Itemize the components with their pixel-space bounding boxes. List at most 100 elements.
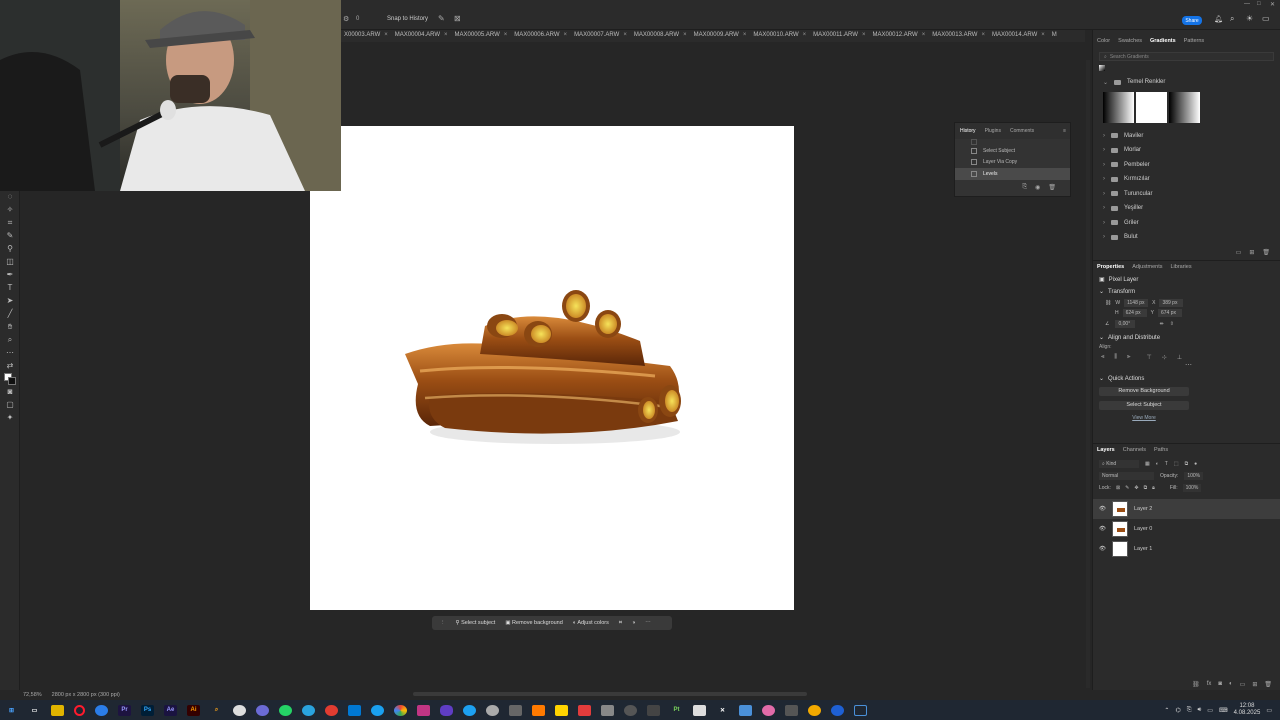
app-icon[interactable]: [693, 704, 706, 716]
gradient-search-input[interactable]: ⌕ Search Gradients: [1099, 52, 1274, 61]
app-icon[interactable]: [739, 704, 752, 716]
panel-menu-icon[interactable]: ≡: [1063, 128, 1066, 134]
network-icon[interactable]: ⌬: [1175, 707, 1180, 714]
document-tab[interactable]: MAX00013.ARW ×: [929, 30, 989, 38]
trash-icon[interactable]: 🗑︎: [1262, 249, 1270, 256]
trash-icon[interactable]: 🗑︎: [1048, 184, 1056, 191]
monitor-icon[interactable]: ▭: [1207, 707, 1213, 714]
document-tab[interactable]: MAX00010.ARW ×: [750, 30, 810, 38]
drag-handle-icon[interactable]: ⋮: [440, 620, 446, 626]
zoom-field[interactable]: 0: [356, 16, 359, 22]
chevron-up-icon[interactable]: ⌃: [1164, 707, 1169, 714]
share-button[interactable]: Share: [1182, 16, 1202, 25]
close-tab-icon[interactable]: ×: [922, 32, 926, 38]
adjustment-icon[interactable]: ◑: [632, 620, 635, 626]
quick-actions-header[interactable]: ⌄ Quick Actions: [1093, 373, 1280, 385]
close-tab-icon[interactable]: ×: [444, 32, 448, 38]
workspace-icon[interactable]: ☀: [1246, 14, 1253, 23]
history-item[interactable]: Layer Via Copy: [955, 157, 1070, 169]
align-bottom-icon[interactable]: ⊥: [1177, 354, 1182, 361]
width-field[interactable]: 1148 px: [1124, 298, 1149, 307]
swap-colors-icon[interactable]: ⇄: [0, 359, 20, 372]
new-layer-icon[interactable]: ⊞: [1252, 681, 1257, 688]
eraser-tool-icon[interactable]: ◫: [0, 255, 20, 268]
maximize-icon[interactable]: □: [1257, 1, 1261, 7]
gradient-preset-black-transparent[interactable]: [1169, 91, 1200, 123]
generative-icon[interactable]: ✦: [0, 411, 20, 424]
select-subject-button[interactable]: Select Subject: [1099, 400, 1189, 410]
steam-icon[interactable]: [486, 704, 499, 716]
gradient-group-open[interactable]: ⌄ Temel Renkler: [1093, 75, 1280, 90]
tab-libraries[interactable]: Libraries: [1170, 264, 1191, 270]
app-icon[interactable]: [808, 704, 821, 716]
align-section-header[interactable]: ⌄ Align and Distribute: [1093, 332, 1280, 344]
snapshot-icon[interactable]: ◉: [1035, 184, 1040, 191]
flip-horizontal-icon[interactable]: ⇹: [1159, 321, 1163, 327]
hand-tool-icon[interactable]: ✋︎: [0, 320, 20, 333]
more-options-icon[interactable]: ⋯: [1093, 361, 1280, 369]
after-effects-icon[interactable]: Ae: [164, 704, 177, 716]
close-icon[interactable]: ✕: [1270, 1, 1275, 8]
color-swatches-icon[interactable]: [0, 372, 20, 385]
document-tab[interactable]: MAX00005.ARW ×: [452, 30, 512, 38]
angle-field[interactable]: 0,00°: [1115, 319, 1136, 328]
more-options-icon[interactable]: ⋯: [645, 620, 651, 626]
remove-background-button[interactable]: ▣ Remove background: [505, 620, 563, 626]
minimize-icon[interactable]: —: [1244, 1, 1250, 7]
app-icon[interactable]: [785, 704, 798, 716]
close-tab-icon[interactable]: ×: [623, 32, 627, 38]
document-tab[interactable]: MAX00014.ARW ×: [989, 30, 1049, 38]
gradient-folder[interactable]: › Maviler: [1093, 129, 1280, 144]
new-gradient-icon[interactable]: ⊞: [1249, 249, 1254, 256]
pressure-icon[interactable]: ⊠: [454, 14, 461, 23]
app-icon[interactable]: [509, 704, 522, 716]
new-group-icon[interactable]: ▭: [1236, 249, 1242, 256]
document-tab[interactable]: MAX00008.ARW ×: [631, 30, 691, 38]
lock-image-icon[interactable]: ✎: [1125, 485, 1129, 491]
vertical-scrollbar[interactable]: [1086, 60, 1090, 688]
layout-icon[interactable]: ▭: [1262, 14, 1270, 23]
close-tab-icon[interactable]: ×: [564, 32, 568, 38]
app-icon[interactable]: [578, 704, 591, 716]
fill-field[interactable]: 100%: [1182, 483, 1202, 492]
gradient-folder[interactable]: › Griler: [1093, 216, 1280, 231]
stamp-tool-icon[interactable]: ⚲: [0, 242, 20, 255]
pen-tool-icon[interactable]: ✒: [0, 268, 20, 281]
close-tab-icon[interactable]: ×: [743, 32, 747, 38]
close-tab-icon[interactable]: ×: [683, 32, 687, 38]
lock-all-icon[interactable]: 🔒︎: [1152, 485, 1155, 491]
app-icon[interactable]: [532, 704, 545, 716]
app-icon[interactable]: [325, 704, 338, 716]
document-tab[interactable]: M: [1049, 30, 1061, 38]
task-view-icon[interactable]: ▭: [28, 705, 41, 716]
y-field[interactable]: 674 px: [1157, 308, 1182, 317]
filter-pixel-icon[interactable]: ▦: [1145, 461, 1150, 467]
filter-toggle-icon[interactable]: ●: [1194, 461, 1197, 467]
document-tab[interactable]: X00003.ARW ×: [341, 30, 392, 38]
gradient-folder[interactable]: › Kırmızılar: [1093, 172, 1280, 187]
eye-icon[interactable]: 👁︎: [1099, 506, 1106, 512]
store-icon[interactable]: [348, 704, 361, 716]
lock-transparent-icon[interactable]: ⊠: [1116, 485, 1120, 491]
layer-row[interactable]: 👁︎ Layer 0: [1093, 519, 1280, 539]
premiere-icon[interactable]: Pr: [118, 704, 131, 716]
file-explorer-icon[interactable]: [51, 704, 64, 716]
flip-vertical-icon[interactable]: ⇳: [1170, 321, 1174, 327]
vpn-icon[interactable]: [440, 704, 453, 716]
history-item[interactable]: Select Subject: [955, 145, 1070, 157]
zoom-level[interactable]: 72,58%: [23, 692, 42, 698]
remove-background-button[interactable]: Remove Background: [1099, 386, 1189, 396]
close-tab-icon[interactable]: ×: [384, 32, 388, 38]
layer-filter-kind[interactable]: ⌕ Kind: [1099, 459, 1139, 468]
crop-tool-icon[interactable]: ⌗: [0, 216, 20, 229]
quick-mask-icon[interactable]: ◙: [0, 385, 20, 398]
illustrator-icon[interactable]: Ai: [187, 704, 200, 716]
app-icon[interactable]: [417, 704, 430, 716]
zoom-tool-icon[interactable]: ⌕: [0, 333, 20, 346]
document-canvas[interactable]: [310, 126, 794, 610]
volume-icon[interactable]: 🔊︎: [1198, 707, 1202, 714]
lasso-tool-icon[interactable]: ◌: [0, 190, 20, 203]
telegram-icon[interactable]: [302, 704, 315, 716]
path-select-tool-icon[interactable]: ➤: [0, 294, 20, 307]
tab-comments[interactable]: Comments: [1010, 128, 1034, 134]
